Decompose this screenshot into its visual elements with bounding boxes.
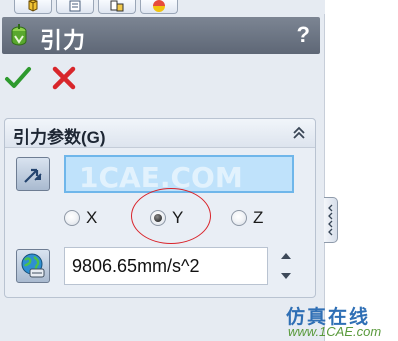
- manager-tabs: [0, 0, 325, 14]
- gravity-icon: [11, 24, 27, 46]
- earth-gravity-icon: [21, 253, 45, 278]
- radio-x-dot[interactable]: [64, 210, 80, 226]
- tab-feature-manager[interactable]: [14, 0, 52, 14]
- radio-z-dot[interactable]: [231, 210, 247, 226]
- screenshot-stage: 引力 ? 引力参数(G) 1CAE.COM X Y Z 9806.65mm/s^…: [0, 0, 398, 341]
- site-watermark: 仿真在线 www.1CAE.com: [286, 302, 394, 339]
- help-button[interactable]: ?: [297, 22, 310, 48]
- radio-y-dot[interactable]: [150, 210, 166, 226]
- selection-watermark: 1CAE.COM: [79, 161, 243, 194]
- feature-manager-icon: [28, 0, 38, 12]
- property-manager-pane: 引力 ? 引力参数(G) 1CAE.COM X Y Z 9806.65mm/s^…: [0, 0, 325, 341]
- direction-arrows-icon: [24, 168, 42, 183]
- spin-down-icon[interactable]: [275, 267, 297, 287]
- radio-x-label: X: [86, 208, 98, 227]
- cancel-button[interactable]: [50, 64, 78, 92]
- radio-y-label: Y: [172, 208, 184, 227]
- collapse-icon[interactable]: [291, 125, 307, 141]
- radio-z-label: Z: [253, 208, 264, 227]
- group-title: 引力参数(G): [13, 128, 106, 147]
- units-button[interactable]: [16, 249, 50, 283]
- site-watermark-url: www.1CAE.com: [288, 324, 382, 339]
- value-spinner: [275, 245, 297, 287]
- tab-display-manager[interactable]: [140, 0, 178, 14]
- tab-configuration-manager[interactable]: [98, 0, 136, 14]
- configuration-manager-icon: [110, 0, 124, 12]
- group-header[interactable]: 引力参数(G): [5, 119, 315, 148]
- direction-reference-button[interactable]: [16, 157, 50, 191]
- pane-collapse-handle[interactable]: [324, 197, 338, 243]
- property-manager-titlebar: 引力 ?: [2, 17, 320, 54]
- direction-selection-field[interactable]: 1CAE.COM: [64, 155, 294, 194]
- tab-property-manager[interactable]: [56, 0, 94, 14]
- gravity-parameters-group: 引力参数(G) 1CAE.COM X Y Z 9806.65mm/s^2: [4, 118, 316, 298]
- page-title: 引力: [40, 28, 87, 53]
- display-manager-icon: [153, 0, 165, 12]
- spin-up-icon[interactable]: [275, 245, 297, 265]
- ok-button[interactable]: [4, 64, 32, 92]
- gravity-value-input[interactable]: 9806.65mm/s^2: [64, 247, 268, 285]
- chevron-left-icon: [328, 204, 333, 236]
- property-manager-icon: [69, 0, 81, 12]
- confirm-toolbar: [4, 64, 94, 96]
